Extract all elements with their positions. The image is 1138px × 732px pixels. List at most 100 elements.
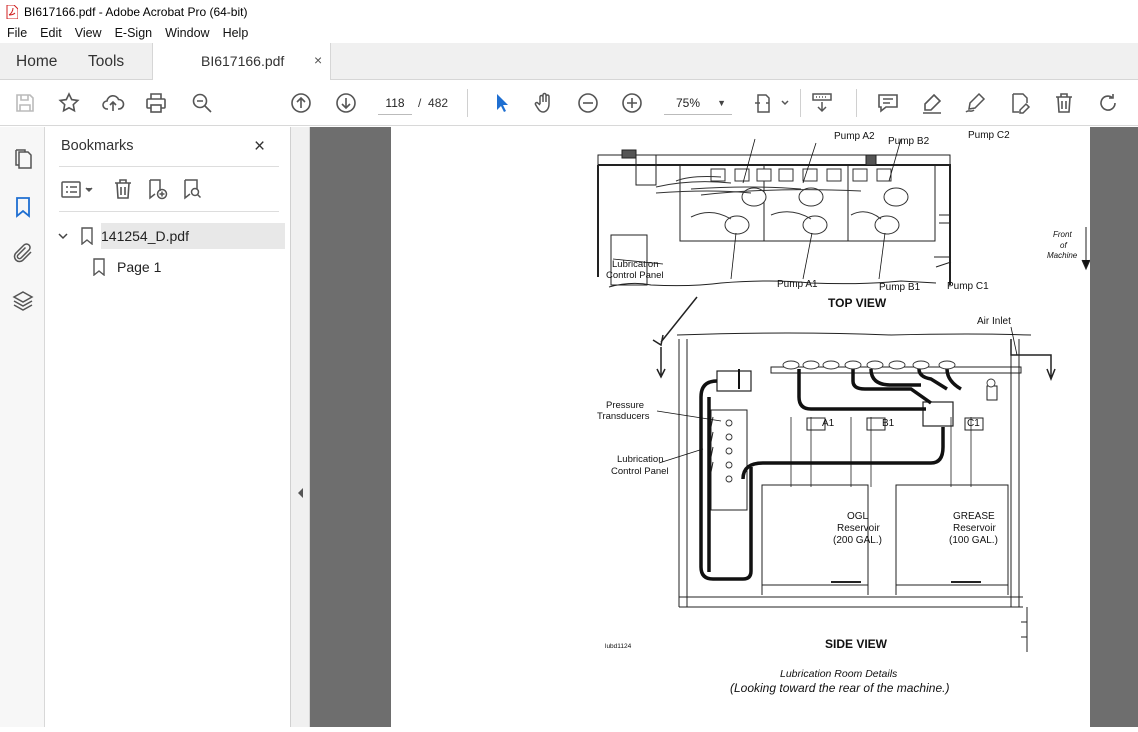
tab-home[interactable]: Home [16, 43, 57, 80]
label-a1: A1 [822, 418, 835, 429]
label-lub-panel-top-1: Lubrication [612, 259, 658, 270]
bookmarks-panel: Bookmarks × 141254_D.pdf Page 1 [45, 127, 291, 727]
page-up-icon[interactable] [289, 91, 313, 115]
figure-caption-2: (Looking toward the rear of the machine.… [730, 681, 949, 695]
label-air-inlet: Air Inlet [977, 316, 1011, 327]
label-grease-1: GREASE [953, 511, 995, 522]
page-down-icon[interactable] [334, 91, 358, 115]
panel-splitter[interactable] [291, 127, 310, 727]
lubrication-room-drawing: Pump A2 Pump B2 Pump C2 Pump A1 Pump B1 … [597, 130, 1091, 695]
divider [59, 211, 279, 212]
label-ogl-3: (200 GAL.) [833, 535, 882, 546]
figure-caption: Lubrication Room Details [780, 668, 898, 680]
bookmark-item-label: Page 1 [117, 259, 162, 275]
scroll-mode-icon[interactable] [810, 91, 834, 115]
print-icon[interactable] [144, 91, 168, 115]
edit-pdf-icon[interactable] [1008, 91, 1032, 115]
title-bar: BI617166.pdf - Adobe Acrobat Pro (64-bit… [0, 0, 1138, 23]
zoom-select[interactable]: 75% ▼ [664, 91, 732, 115]
label-front-2: of [1060, 241, 1067, 250]
window-title: BI617166.pdf - Adobe Acrobat Pro (64-bit… [24, 4, 248, 19]
zoom-in-icon[interactable] [620, 91, 644, 115]
label-pump-a1: Pump A1 [777, 279, 818, 290]
label-pump-a2: Pump A2 [834, 131, 875, 142]
redo-icon[interactable] [1096, 91, 1120, 115]
label-pump-b1: Pump B1 [879, 282, 921, 293]
bookmark-icon [81, 227, 93, 245]
label-grease-2: Reservoir [953, 523, 996, 534]
drawing-code: lubd1124 [605, 643, 632, 650]
divider [59, 166, 279, 167]
bookmark-search-icon[interactable] [180, 177, 204, 201]
chevron-down-icon[interactable] [57, 230, 69, 242]
label-pressure-2: Transducers [597, 411, 650, 422]
label-b1: B1 [882, 418, 895, 429]
document-viewport[interactable]: Pump A2 Pump B2 Pump C2 Pump A1 Pump B1 … [310, 127, 1138, 727]
top-view-schematic [597, 149, 1091, 288]
zoom-out-icon[interactable] [576, 91, 600, 115]
navigation-rail [0, 127, 45, 727]
side-view-schematic [652, 296, 1056, 652]
pdf-file-icon [6, 4, 18, 19]
tab-document[interactable]: BI617166.pdf × [152, 43, 331, 81]
menu-help[interactable]: Help [216, 26, 255, 40]
label-pump-c2: Pump C2 [968, 130, 1010, 141]
zoom-search-icon[interactable] [190, 91, 214, 115]
tab-tools[interactable]: Tools [88, 43, 124, 80]
delete-icon[interactable] [1052, 91, 1076, 115]
bookmark-icon [93, 258, 105, 276]
bookmark-star-icon[interactable] [57, 91, 81, 115]
chevron-down-icon: ▼ [717, 98, 726, 108]
page-separator: / [418, 96, 422, 110]
layers-icon[interactable] [11, 289, 35, 313]
label-front-3: Machine [1047, 251, 1078, 260]
tab-bar: Home Tools BI617166.pdf × [0, 43, 1138, 81]
hand-icon[interactable] [532, 91, 556, 115]
menu-view[interactable]: View [68, 26, 108, 40]
close-tab-icon[interactable]: × [314, 52, 322, 68]
save-icon[interactable] [13, 91, 37, 115]
bookmark-item-page-1[interactable]: Page 1 [91, 254, 271, 280]
toolbar-divider [800, 89, 801, 117]
sign-icon[interactable] [963, 91, 987, 115]
delete-bookmark-icon[interactable] [111, 177, 135, 201]
label-pump-b2: Pump B2 [888, 136, 930, 147]
collapse-panel-icon[interactable] [296, 487, 304, 499]
bookmark-item-root[interactable]: 141254_D.pdf [53, 223, 285, 249]
label-ogl-2: Reservoir [837, 523, 880, 534]
page-total-value: 482 [428, 96, 449, 110]
label-lub-side-1: Lubrication [617, 454, 663, 465]
menu-esign[interactable]: E-Sign [108, 26, 159, 40]
side-view-title: SIDE VIEW [825, 637, 888, 651]
label-pressure-1: Pressure [606, 400, 644, 411]
highlight-icon[interactable] [920, 91, 944, 115]
top-view-pumps [655, 168, 909, 235]
options-menu-icon[interactable] [61, 179, 95, 201]
menu-window[interactable]: Window [158, 26, 215, 40]
label-grease-3: (100 GAL.) [949, 535, 998, 546]
menu-bar: File Edit View E-Sign Window Help [0, 23, 1138, 43]
new-bookmark-icon[interactable] [145, 177, 169, 201]
label-pump-c1: Pump C1 [947, 281, 989, 292]
label-front-1: Front [1053, 230, 1072, 239]
upload-icon[interactable] [101, 91, 125, 115]
bookmarks-icon[interactable] [11, 195, 35, 219]
label-lub-side-2: Control Panel [611, 466, 669, 477]
label-c1: C1 [967, 418, 980, 429]
close-panel-icon[interactable]: × [254, 136, 265, 158]
select-arrow-icon[interactable] [489, 91, 513, 115]
side-view-hoses [699, 368, 962, 581]
pages-thumbnail-icon[interactable] [11, 147, 35, 171]
toolbar-divider [467, 89, 468, 117]
attachment-icon[interactable] [11, 241, 35, 265]
page-total: / 482 [418, 91, 448, 115]
page-number-input[interactable]: 118 [378, 91, 412, 115]
menu-edit[interactable]: Edit [33, 26, 68, 40]
bookmark-item-label: 141254_D.pdf [101, 228, 189, 244]
comment-icon[interactable] [876, 91, 900, 115]
toolbar: 118 / 482 75% ▼ [0, 80, 1138, 126]
bookmark-label-selected: 141254_D.pdf [101, 223, 285, 249]
fit-page-icon[interactable] [754, 91, 790, 115]
menu-file[interactable]: File [0, 26, 33, 40]
toolbar-divider [856, 89, 857, 117]
